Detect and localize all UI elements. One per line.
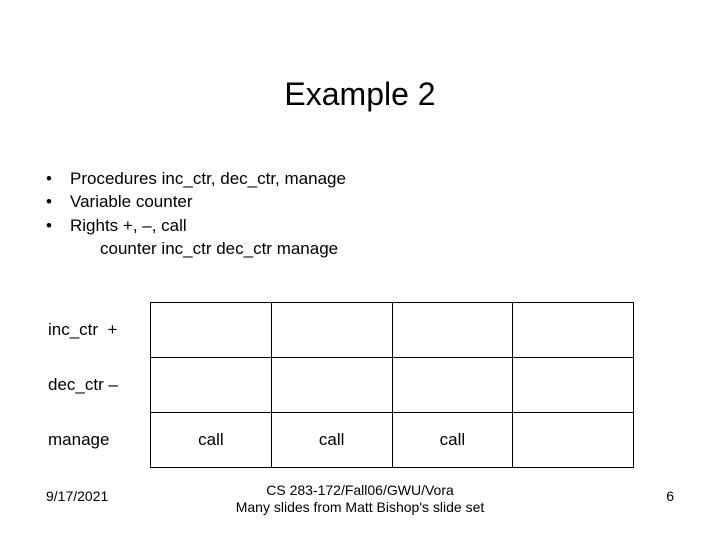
acm-cell <box>271 303 392 358</box>
row-label: inc_ctr + <box>46 303 151 358</box>
row-right: – <box>108 375 117 394</box>
bullet-dot-icon: • <box>46 168 70 189</box>
footer-line1: CS 283-172/Fall06/GWU/Vora <box>266 482 454 498</box>
row-name: dec_ctr <box>48 375 104 394</box>
acm-cell: call <box>392 413 513 468</box>
bullet-dot-icon: • <box>46 215 70 236</box>
slide-root: Example 2 •Procedures inc_ctr, dec_ctr, … <box>0 0 720 540</box>
footer-attribution: CS 283-172/Fall06/GWU/Vora Many slides f… <box>0 482 720 516</box>
acm-cell <box>513 358 634 413</box>
bullet-text: Procedures inc_ctr, dec_ctr, manage <box>70 169 346 188</box>
acm-table-wrap: inc_ctr + dec_ctr – manage <box>46 302 634 468</box>
bullet-list: •Procedures inc_ctr, dec_ctr, manage •Va… <box>46 168 346 261</box>
acm-cell <box>392 358 513 413</box>
acm-cell <box>271 358 392 413</box>
footer-page-number: 6 <box>666 488 674 504</box>
row-label: manage <box>46 413 151 468</box>
bullet-item: •Rights +, –, call <box>46 215 346 236</box>
acm-cell <box>513 303 634 358</box>
bullet-item: •Variable counter <box>46 191 346 212</box>
acm-cell <box>392 303 513 358</box>
row-name: inc_ctr <box>48 320 98 339</box>
row-name: manage <box>48 430 109 449</box>
acm-cell: call <box>271 413 392 468</box>
acm-cell <box>151 303 272 358</box>
footer-line2: Many slides from Matt Bishop's slide set <box>236 499 485 515</box>
row-right: + <box>108 320 118 339</box>
slide-title: Example 2 <box>0 76 720 113</box>
table-row: manage call call call <box>46 413 634 468</box>
acm-table: inc_ctr + dec_ctr – manage <box>46 302 634 468</box>
column-headers-line: counter inc_ctr dec_ctr manage <box>46 238 346 259</box>
bullet-text: Variable counter <box>70 192 193 211</box>
table-row: dec_ctr – <box>46 358 634 413</box>
table-row: inc_ctr + <box>46 303 634 358</box>
acm-cell <box>151 358 272 413</box>
acm-cell: call <box>151 413 272 468</box>
acm-cell <box>513 413 634 468</box>
bullet-dot-icon: • <box>46 191 70 212</box>
bullet-text: Rights +, –, call <box>70 216 187 235</box>
bullet-item: •Procedures inc_ctr, dec_ctr, manage <box>46 168 346 189</box>
row-label: dec_ctr – <box>46 358 151 413</box>
